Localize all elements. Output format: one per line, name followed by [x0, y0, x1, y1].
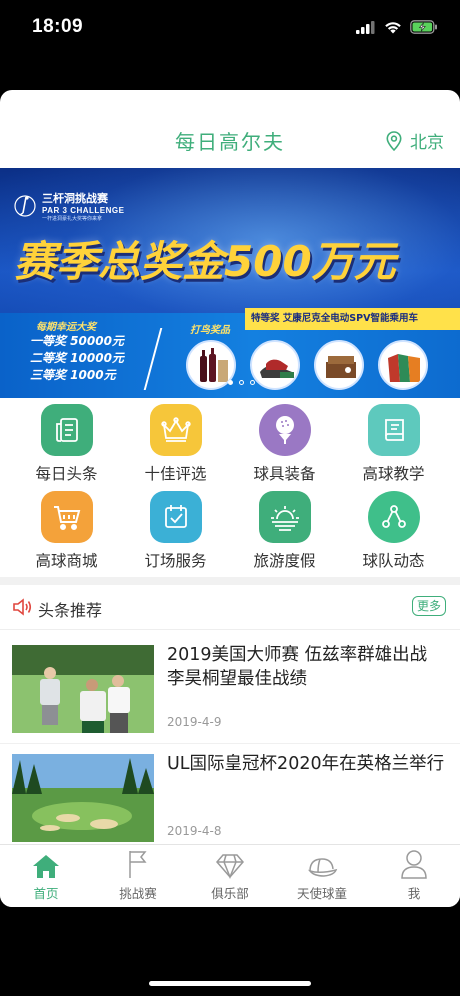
person-icon	[401, 850, 427, 879]
top-header: 每日高尔夫 北京	[0, 90, 460, 168]
cap-icon	[307, 858, 338, 877]
menu-travel[interactable]: 旅游度假	[227, 485, 342, 573]
promo-banner[interactable]: 三杆洞挑战赛 PAR 3 CHALLENGE 一杆进洞豪礼大奖等你来拿 赛季总奖…	[0, 168, 460, 398]
news-list-item[interactable]: 2019美国大师赛 伍兹率群雄出战 李昊桐望最佳战绩 2019-4-9	[0, 635, 460, 743]
prize-box-image	[314, 340, 364, 390]
special-prize-strip: 特等奖 艾康尼克全电动SPV智能乘用车	[245, 308, 460, 330]
tab-label: 我	[407, 886, 421, 901]
tab-home[interactable]: 首页	[0, 845, 92, 907]
tab-label: 首页	[33, 886, 59, 901]
banner-headline: 赛季总奖金500万元	[14, 237, 396, 286]
brand-cn: 三杆洞挑战赛	[42, 192, 108, 205]
news-list-item[interactable]: UL国际皇冠杯2020年在英格兰举行 2019-4-8	[0, 743, 460, 851]
bottom-tab-bar: 首页 挑战赛 俱乐部 天使球童 我	[0, 844, 460, 907]
news-date: 2019-4-9	[167, 715, 222, 729]
menu-teaching[interactable]: 高球教学	[336, 398, 451, 486]
menu-label: 十佳评选	[144, 465, 207, 483]
city-label: 北京	[410, 133, 444, 153]
news-date: 2019-4-8	[167, 824, 222, 838]
feature-grid: 每日头条 十佳评选 球具装备 高球教学 高球商城 订场服务 旅游度假 球队动态	[0, 398, 460, 576]
page-dot[interactable]	[250, 380, 255, 385]
golf-ball-tee-icon	[258, 404, 311, 456]
tab-caddie[interactable]: 天使球童	[276, 845, 368, 907]
crown-icon	[149, 404, 202, 456]
menu-label: 高球教学	[362, 465, 425, 483]
book-icon	[367, 404, 420, 456]
prize-golf-shoes-image	[250, 340, 300, 390]
challenge-brand: 三杆洞挑战赛 PAR 3 CHALLENGE 一杆进洞豪礼大奖等你来拿	[14, 190, 124, 222]
banner-page-indicator[interactable]	[228, 380, 255, 385]
home-indicator[interactable]	[149, 981, 311, 986]
status-bar: 18:09	[0, 0, 460, 60]
section-divider	[0, 577, 460, 585]
page-dot[interactable]	[239, 380, 244, 385]
lucky-title: 每期幸运大奖	[36, 322, 96, 333]
news-section-title: 头条推荐	[38, 601, 103, 620]
menu-daily-news[interactable]: 每日头条	[9, 398, 124, 486]
app-screen: 每日高尔夫 北京 三杆洞挑战赛 PAR 3 CHALLENGE 一杆进洞豪礼大奖…	[0, 90, 460, 907]
menu-label: 球队动态	[362, 552, 425, 570]
menu-label: 旅游度假	[253, 552, 316, 570]
golfer-logo-icon	[14, 195, 36, 217]
cellular-signal-icon	[356, 20, 375, 34]
news-doc-icon	[40, 404, 93, 456]
menu-label: 订场服务	[144, 552, 207, 570]
news-title: 2019美国大师赛 伍兹率群雄出战 李昊桐望最佳战绩	[167, 645, 428, 689]
page-dot[interactable]	[228, 380, 233, 385]
brand-sub: 一杆进洞豪礼大奖等你来拿	[42, 216, 103, 222]
menu-top-ten[interactable]: 十佳评选	[118, 398, 233, 486]
menu-booking[interactable]: 订场服务	[118, 485, 233, 573]
status-icons	[356, 20, 438, 34]
tab-label: 挑战赛	[119, 886, 157, 901]
menu-label: 球具装备	[253, 465, 316, 483]
menu-team[interactable]: 球队动态	[336, 485, 451, 573]
brand-en: PAR 3 CHALLENGE	[42, 206, 125, 215]
tab-me[interactable]: 我	[368, 845, 460, 907]
lucky-item: 二等奖 10000元	[30, 351, 124, 365]
sunrise-icon	[258, 491, 311, 543]
more-button[interactable]: 更多	[412, 596, 446, 616]
home-icon	[33, 855, 59, 878]
speaker-icon	[13, 598, 32, 616]
location-pin-icon	[386, 130, 402, 151]
wifi-icon	[385, 21, 401, 33]
lucky-item: 三等奖 1000元	[30, 368, 116, 382]
birdie-title: 打鸟奖品	[190, 325, 230, 336]
tab-label: 天使球童	[296, 886, 347, 901]
menu-label: 每日头条	[35, 465, 98, 483]
lucky-prize-list: 每期幸运大奖 一等奖 50000元 二等奖 10000元 三等奖 1000元	[12, 318, 124, 384]
menu-equipment[interactable]: 球具装备	[227, 398, 342, 486]
menu-label: 高球商城	[35, 552, 98, 570]
diamond-icon	[216, 854, 244, 879]
tab-label: 俱乐部	[211, 886, 249, 901]
tab-club[interactable]: 俱乐部	[184, 845, 276, 907]
flag-icon	[129, 851, 147, 878]
status-time: 18:09	[32, 16, 84, 37]
cart-icon	[40, 491, 93, 543]
lucky-item: 一等奖 50000元	[30, 334, 124, 348]
battery-charging-icon	[410, 20, 437, 34]
location-selector[interactable]: 北京	[386, 128, 444, 153]
prize-jackets-image	[378, 340, 428, 390]
news-thumbnail	[12, 645, 154, 733]
news-title: UL国际皇冠杯2020年在英格兰举行	[167, 754, 445, 774]
calendar-check-icon	[149, 491, 202, 543]
tab-challenge[interactable]: 挑战赛	[92, 845, 184, 907]
news-thumbnail	[12, 754, 154, 842]
news-section-header: 头条推荐 更多	[0, 585, 460, 630]
menu-mall[interactable]: 高球商城	[9, 485, 124, 573]
share-nodes-icon	[367, 491, 420, 543]
